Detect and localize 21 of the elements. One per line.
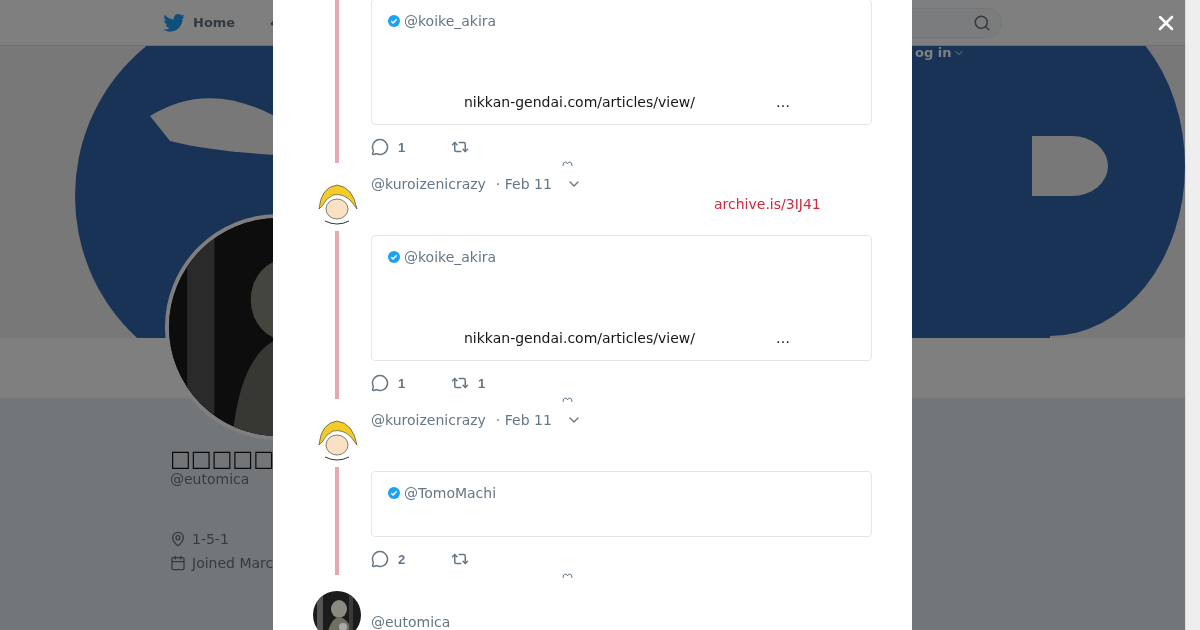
avatar[interactable]: [313, 591, 361, 630]
tweet-date: · Feb 11: [495, 412, 552, 428]
home-tab[interactable]: Home: [163, 13, 236, 32]
location-icon: [170, 531, 186, 547]
calendar-icon: [170, 555, 186, 571]
joined-text: Joined Marc: [192, 555, 274, 571]
reply-icon: [371, 374, 389, 392]
profile-handle: @eutomica: [170, 471, 251, 487]
quoted-handle: @koike_akira: [404, 13, 497, 29]
quoted-tweet-card[interactable]: @TomoMachi: [371, 471, 872, 537]
quoted-handle: @TomoMachi: [404, 485, 497, 501]
retweet-button[interactable]: 1: [451, 374, 531, 392]
search-icon[interactable]: [973, 14, 991, 32]
reply-button[interactable]: 2: [371, 550, 451, 568]
user-handle[interactable]: @eutomica: [371, 614, 451, 630]
location-text: 1-5-1: [192, 531, 229, 547]
profile-name: □□□□□: [170, 446, 275, 471]
user-handle[interactable]: @kuroizenicrazy: [371, 412, 486, 428]
reply-button[interactable]: 1: [371, 374, 451, 392]
bird-icon: [163, 13, 185, 32]
reply-icon: [371, 550, 389, 568]
